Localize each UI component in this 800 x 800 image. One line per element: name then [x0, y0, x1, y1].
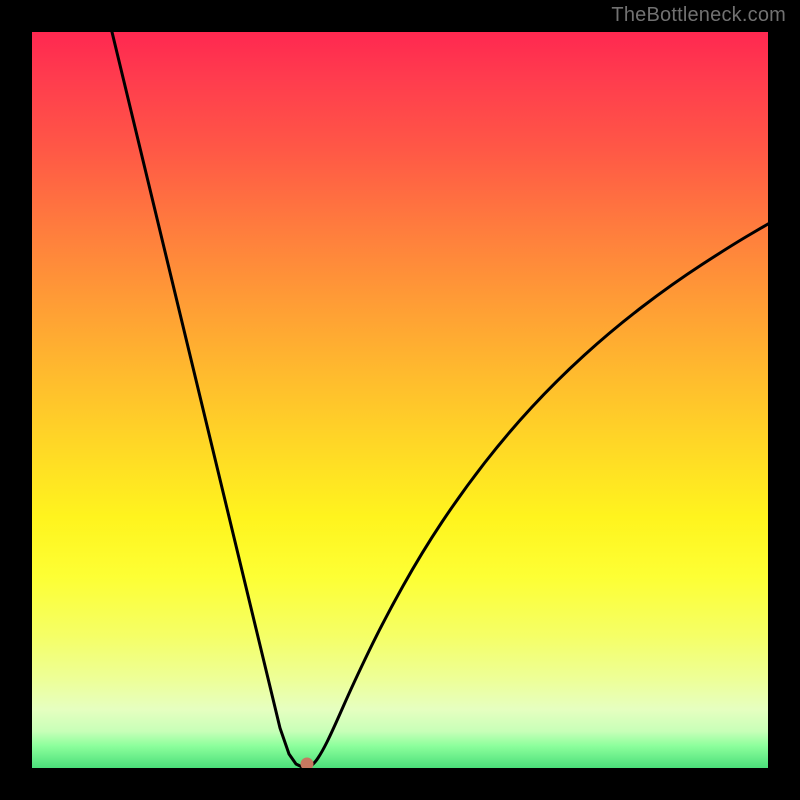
plot-area [32, 32, 768, 768]
watermark-text: TheBottleneck.com [611, 4, 786, 27]
bottleneck-point-marker [301, 758, 314, 769]
bottleneck-curve [32, 32, 768, 768]
chart-frame: TheBottleneck.com [0, 0, 800, 800]
